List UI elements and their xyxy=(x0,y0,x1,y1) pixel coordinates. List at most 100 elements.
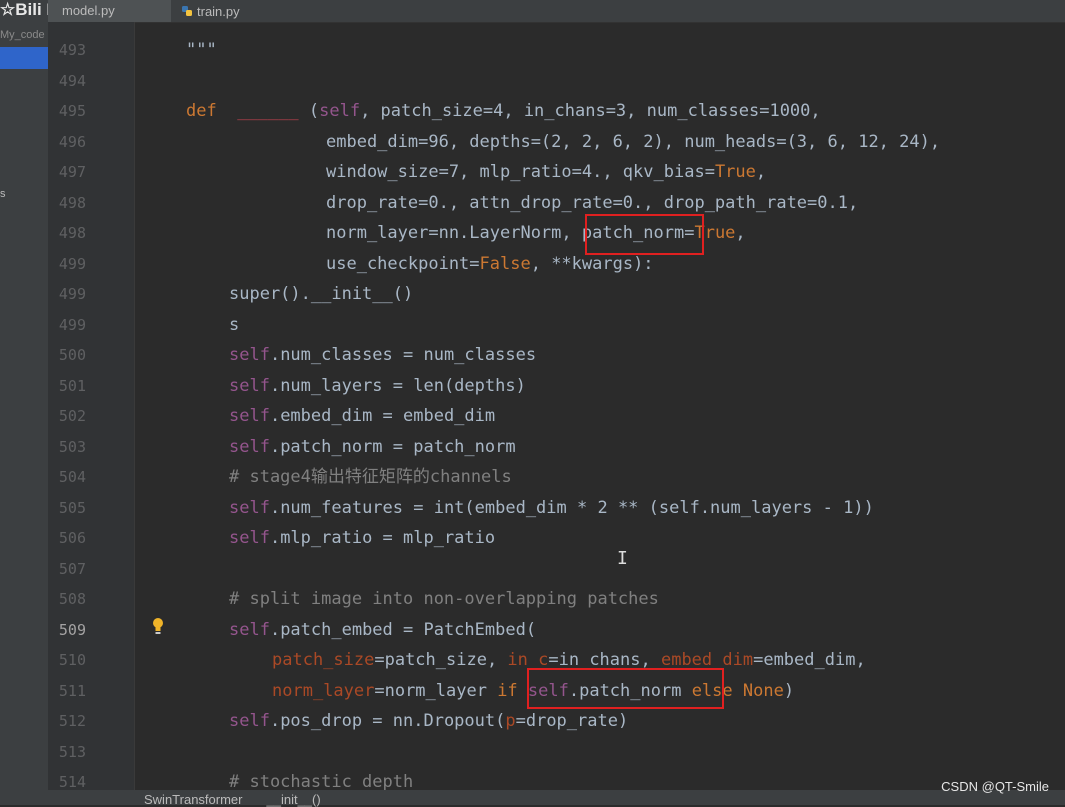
selected-tree-item[interactable] xyxy=(0,47,48,69)
line-number: 493 xyxy=(58,41,86,59)
self-token: self xyxy=(229,620,270,640)
line-number: 499 xyxy=(58,255,86,273)
keyword-if: if xyxy=(497,681,528,701)
line-number: 500 xyxy=(58,346,86,364)
code-text: .patch_norm = patch_norm xyxy=(269,437,516,457)
param-token: p xyxy=(505,711,516,731)
line-number: 501 xyxy=(58,377,86,395)
project-name[interactable]: My_code xyxy=(0,29,45,41)
self-token: self xyxy=(229,498,270,518)
line-number: 508 xyxy=(58,590,86,608)
code-text: use_checkpoint= xyxy=(326,254,480,274)
line-number: 510 xyxy=(58,651,86,669)
code-line[interactable]: self.mlp_ratio = mlp_ratio xyxy=(229,523,495,553)
code-text: ) xyxy=(783,681,795,701)
self-token: self xyxy=(229,437,270,457)
param-token: patch_size xyxy=(272,650,375,670)
line-number: 505 xyxy=(58,499,86,517)
keyword-def: def xyxy=(186,101,217,121)
self-token: self xyxy=(229,376,270,396)
self-token: self xyxy=(229,345,270,365)
keyword-false: False xyxy=(479,254,531,274)
project-sidebar: ☆Bili Bili My_code s xyxy=(0,0,48,805)
code-comment[interactable]: # split image into non-overlapping patch… xyxy=(229,584,659,614)
code-text: , xyxy=(755,162,767,182)
code-text: .num_layers = len(depths) xyxy=(269,376,526,396)
code-text: .num_features = int(embed_dim * 2 ** (se… xyxy=(269,498,874,518)
code-line[interactable]: super().__init__() xyxy=(229,279,413,309)
sidebar-letter: s xyxy=(0,188,6,200)
line-number: 503 xyxy=(58,438,86,456)
line-number: 494 xyxy=(58,72,86,90)
code-text: .pos_drop = nn.Dropout( xyxy=(269,711,506,731)
self-token: self xyxy=(229,406,270,426)
param-token: norm_layer xyxy=(272,681,375,701)
line-number: 506 xyxy=(58,529,86,547)
code-text: =embed_dim, xyxy=(753,650,866,670)
code-line[interactable]: self.embed_dim = embed_dim xyxy=(229,401,495,431)
code-text: .patch_embed = PatchEmbed( xyxy=(269,620,537,640)
code-line[interactable]: s xyxy=(229,310,239,340)
code-line[interactable]: self.patch_norm = patch_norm xyxy=(229,432,516,462)
tab-model[interactable]: model.py xyxy=(48,0,171,22)
code-text: embed_dim=96, depths=(2, 2, 6, 2), num_h… xyxy=(326,132,941,152)
code-text: , xyxy=(735,223,746,243)
line-number: 513 xyxy=(58,743,86,761)
bilibili-logo: ☆Bili Bili xyxy=(0,0,48,19)
code-text: , patch_size=4, in_chans=3, num_classes=… xyxy=(360,101,821,121)
code-text: super().__init__() xyxy=(229,284,414,304)
code-text: window_size=7, mlp_ratio=4., qkv_bias= xyxy=(326,162,715,182)
code-text: , **kwargs): xyxy=(530,254,654,274)
editor-tabs: model.py train.py xyxy=(48,0,1065,23)
code-line[interactable]: self.pos_drop = nn.Dropout(p=drop_rate) xyxy=(229,706,628,736)
code-line[interactable]: self.patch_embed = PatchEmbed( xyxy=(229,615,536,645)
python-file-icon xyxy=(182,6,192,16)
line-number: 496 xyxy=(58,133,86,151)
code-text: =norm_layer xyxy=(374,681,498,701)
code-line[interactable]: self.num_classes = num_classes xyxy=(229,340,536,370)
self-token: self xyxy=(319,101,361,121)
code-text: s xyxy=(229,315,240,335)
line-number: 499 xyxy=(58,316,86,334)
line-number: 499 xyxy=(58,285,86,303)
line-number: 511 xyxy=(58,682,86,700)
code-line[interactable]: self.num_features = int(embed_dim * 2 **… xyxy=(229,493,874,523)
code-text: =in_chans, xyxy=(548,650,661,670)
line-number: 507 xyxy=(58,560,86,578)
code-text: .mlp_ratio = mlp_ratio xyxy=(269,528,496,548)
self-token: self xyxy=(229,711,270,731)
line-number: 498 xyxy=(58,224,86,242)
code-line[interactable]: embed_dim=96, depths=(2, 2, 6, 2), num_h… xyxy=(326,127,940,157)
lightbulb-icon[interactable] xyxy=(151,617,165,635)
line-number: 504 xyxy=(58,468,86,486)
code-text: .embed_dim = embed_dim xyxy=(269,406,496,426)
code-line[interactable]: def ______ (self, patch_size=4, in_chans… xyxy=(186,96,821,126)
line-number-current: 509 xyxy=(58,621,86,639)
code-line[interactable]: self.num_layers = len(depths) xyxy=(229,371,526,401)
line-number: 498 xyxy=(58,194,86,212)
code-text: =drop_rate) xyxy=(515,711,629,731)
line-number: 502 xyxy=(58,407,86,425)
tab-train[interactable]: train.py xyxy=(181,0,240,22)
watermark: CSDN @QT-Smile xyxy=(941,779,1049,794)
comment-text: # stage4输出特征矩阵的channels xyxy=(229,467,512,487)
code-line[interactable]: window_size=7, mlp_ratio=4., qkv_bias=Tr… xyxy=(326,157,766,187)
highlight-patch-norm-param xyxy=(585,214,704,255)
param-token: embed_dim xyxy=(660,650,754,670)
highlight-self-patch-norm xyxy=(527,668,724,709)
code-text: drop_rate=0., attn_drop_rate=0., drop_pa… xyxy=(326,193,859,213)
comment-text: # stochastic depth xyxy=(229,772,414,792)
tab-train-label: train.py xyxy=(197,3,240,19)
code-text: .num_classes = num_classes xyxy=(269,345,537,365)
mouse-text-cursor-icon: I xyxy=(617,548,628,569)
line-number: 497 xyxy=(58,163,86,181)
code-text: """ xyxy=(186,40,217,60)
code-comment[interactable]: # stage4输出特征矩阵的channels xyxy=(229,462,512,492)
line-number: 495 xyxy=(58,102,86,120)
tab-model-label: model.py xyxy=(62,3,115,18)
keyword-true: True xyxy=(714,162,756,182)
self-token: self xyxy=(229,528,270,548)
code-line[interactable]: """ xyxy=(186,35,217,65)
param-token: in_c xyxy=(507,650,549,670)
code-text: =patch_size, xyxy=(374,650,508,670)
